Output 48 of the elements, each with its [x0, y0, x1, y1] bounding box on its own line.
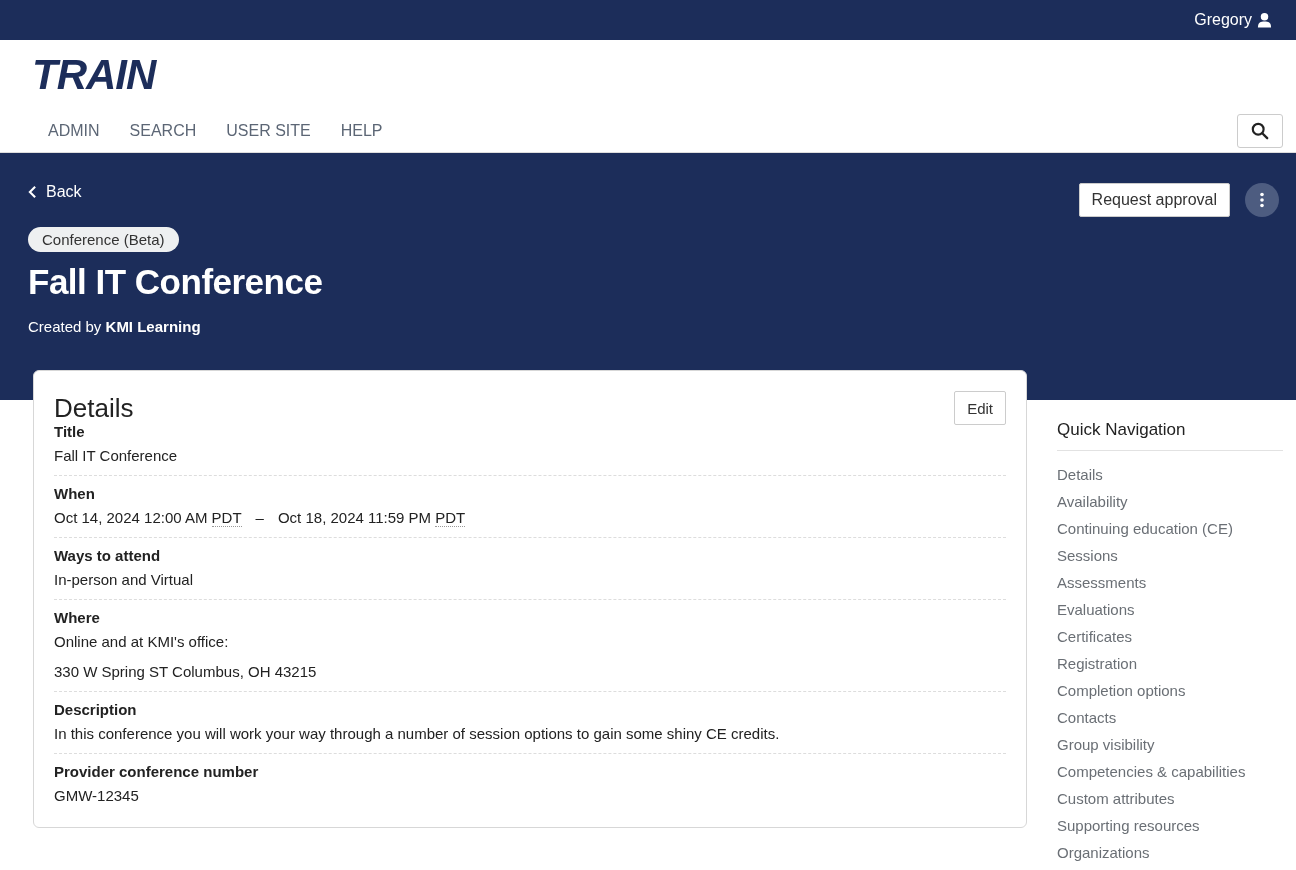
nav-link[interactable]: USER SITE — [226, 122, 311, 140]
field-label: Ways to attend — [54, 546, 162, 566]
field-value: 330 W Spring ST Columbus, OH 43215 — [54, 662, 318, 682]
quick-nav-link[interactable]: Contacts — [1057, 704, 1283, 731]
quick-nav-link[interactable]: Continuing education (CE) — [1057, 515, 1283, 542]
nav-link[interactable]: HELP — [340, 122, 383, 140]
field-label: Where — [54, 608, 101, 628]
search-button[interactable] — [1237, 114, 1283, 148]
nav-link[interactable]: SEARCH — [129, 122, 197, 140]
nav-link[interactable]: ADMIN — [48, 122, 100, 140]
field-value: Online and at KMI's office: — [54, 632, 230, 652]
request-approval-button[interactable]: Request approval — [1078, 183, 1230, 217]
field-value: Oct 14, 2024 12:00 AM PDT – Oct 18, 2024 11:59 PM PDT — [54, 508, 467, 529]
quick-nav-link[interactable]: Sessions — [1057, 542, 1283, 569]
field-value: In-person and Virtual — [54, 570, 194, 590]
quick-nav-link[interactable]: Availability — [1057, 488, 1283, 515]
field-label: Title — [54, 422, 86, 442]
section-heading: Details — [54, 392, 134, 424]
field-value: Fall IT Conference — [54, 446, 179, 466]
quick-nav-link[interactable]: Completion options — [1057, 677, 1283, 704]
more-options-button[interactable] — [1245, 183, 1279, 217]
quick-nav-link[interactable]: Assessments — [1057, 569, 1283, 596]
quick-nav-link[interactable]: Group visibility — [1057, 731, 1283, 758]
back-link[interactable]: Back — [28, 183, 82, 201]
type-badge: Conference (Beta) — [28, 227, 179, 252]
field-label: When — [54, 484, 96, 504]
quick-nav-link[interactable]: Organizations — [1057, 839, 1283, 866]
quick-nav-link[interactable]: Registration — [1057, 650, 1283, 677]
quick-navigation-heading: Quick Navigation — [1057, 420, 1283, 451]
quick-nav-link[interactable]: Custom attributes — [1057, 785, 1283, 812]
field-value: GMW-12345 — [54, 786, 140, 806]
field-label: Provider conference number — [54, 762, 260, 782]
field-value: In this conference you will work your way through a number of session options to gain some shiny CE credits. — [54, 724, 781, 744]
quick-nav-link[interactable]: Certificates — [1057, 623, 1283, 650]
quick-nav-link[interactable]: Evaluations — [1057, 596, 1283, 623]
quick-nav-link[interactable]: Supporting resources — [1057, 812, 1283, 839]
created-by-text: Created by KMI Learning — [28, 318, 202, 335]
logo[interactable]: TRAIN — [32, 55, 156, 95]
user-menu-link[interactable]: Gregory — [1194, 11, 1272, 29]
vertical-dots-icon — [1260, 192, 1264, 208]
edit-button[interactable]: Edit — [954, 391, 1006, 425]
search-icon — [1251, 122, 1269, 140]
quick-nav-link[interactable]: Competencies & capabilities — [1057, 758, 1283, 785]
user-icon — [1257, 12, 1272, 28]
chevron-left-icon — [28, 185, 37, 199]
page-title: Fall IT Conference — [28, 262, 324, 302]
field-label: Description — [54, 700, 138, 720]
quick-nav-link[interactable]: Details — [1057, 461, 1283, 488]
